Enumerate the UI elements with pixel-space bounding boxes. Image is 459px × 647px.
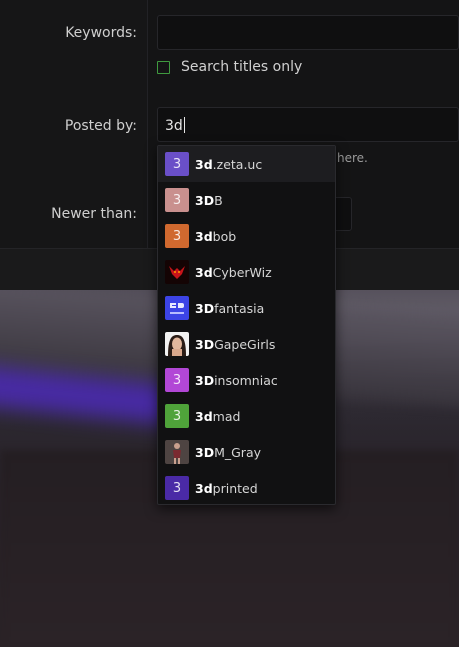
- text-caret: [183, 117, 185, 133]
- autocomplete-item[interactable]: 3 3dbob: [158, 218, 335, 254]
- keywords-input[interactable]: [157, 15, 459, 50]
- username: 3dprinted: [195, 480, 258, 496]
- user-avatar: 3: [165, 404, 189, 428]
- username: 3d.zeta.uc: [195, 156, 263, 172]
- user-avatar: 3: [165, 476, 189, 500]
- username: 3DM_Gray: [195, 444, 261, 460]
- search-titles-only-checkbox-row[interactable]: Search titles only: [157, 59, 302, 75]
- username: 3DGapeGirls: [195, 336, 276, 352]
- username: 3dbob: [195, 228, 237, 244]
- autocomplete-item[interactable]: 3dCyberWiz: [158, 254, 335, 290]
- keywords-label: Keywords:: [65, 25, 137, 41]
- 3d-logo-icon: [165, 296, 189, 320]
- autocomplete-item[interactable]: 3 3DB: [158, 182, 335, 218]
- newer-than-label: Newer than:: [51, 206, 137, 222]
- red-creature-icon: [165, 260, 189, 284]
- username: 3Dinsomniac: [195, 372, 278, 388]
- username: 3DB: [195, 192, 223, 208]
- posted-by-hint: here.: [337, 151, 368, 165]
- autocomplete-item[interactable]: 3 3dprinted: [158, 470, 335, 506]
- user-avatar: 3: [165, 224, 189, 248]
- autocomplete-item[interactable]: 3Dfantasia: [158, 290, 335, 326]
- user-avatar: 3: [165, 152, 189, 176]
- username: 3dmad: [195, 408, 241, 424]
- face-photo-icon: [165, 332, 189, 356]
- user-avatar: 3: [165, 368, 189, 392]
- autocomplete-item[interactable]: 3 3Dinsomniac: [158, 362, 335, 398]
- username: 3dCyberWiz: [195, 264, 272, 280]
- posted-by-value: 3d: [165, 117, 185, 134]
- search-titles-only-label: Search titles only: [181, 59, 303, 75]
- autocomplete-item[interactable]: 3DM_Gray: [158, 434, 335, 470]
- search-titles-only-checkbox[interactable]: [157, 60, 170, 74]
- autocomplete-item[interactable]: 3 3d.zeta.uc: [158, 146, 335, 182]
- posted-by-label: Posted by:: [64, 118, 137, 134]
- posted-by-input[interactable]: [157, 107, 459, 142]
- autocomplete-item[interactable]: 3DGapeGirls: [158, 326, 335, 362]
- username-autocomplete-dropdown: 3 3d.zeta.uc 3 3DB 3 3dbob 3dCyberWiz 3D…: [157, 145, 336, 505]
- user-avatar: 3: [165, 188, 189, 212]
- figure-photo-icon: [165, 440, 189, 464]
- autocomplete-item[interactable]: 3 3dmad: [158, 398, 335, 434]
- username: 3Dfantasia: [195, 300, 265, 316]
